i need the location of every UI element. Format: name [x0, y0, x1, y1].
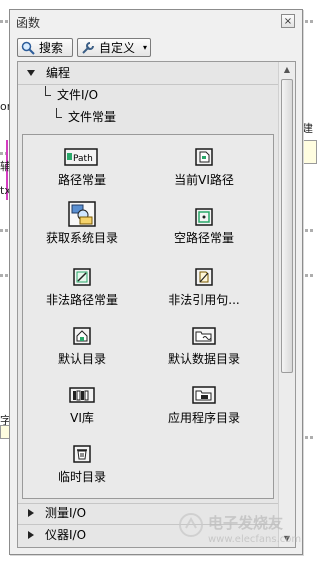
item-label: 当前VI路径 — [174, 173, 234, 187]
palette-content: 编程 文件I/O 文件常量 Path 路径常量 当前VI路径 获取系统目录 空路… — [17, 61, 296, 548]
scroll-up-icon[interactable]: ▲ — [281, 64, 293, 76]
tree-item-label: 文件I/O — [57, 88, 99, 102]
item-label: 空路径常量 — [173, 231, 234, 245]
watermark-logo-icon — [179, 513, 203, 537]
palette-item-application-directory[interactable]: 应用程序目录 — [149, 383, 259, 431]
watermark: 电子发烧友 www.elecfans.com — [178, 508, 308, 552]
path-constant-icon: Path — [64, 148, 98, 166]
palette-item-default-data-directory[interactable]: 默认数据目录 — [149, 324, 259, 372]
scrollbar-thumb[interactable] — [281, 79, 293, 373]
get-system-directory-icon — [68, 201, 96, 227]
palette-item-temporary-directory[interactable]: 临时目录 — [27, 442, 137, 490]
wrench-icon — [82, 42, 94, 54]
vi-library-icon — [69, 387, 95, 403]
tree-item-label: 测量I/O — [45, 506, 87, 520]
tree-item-label: 仪器I/O — [45, 528, 87, 542]
file-constants-subpalette: Path 路径常量 当前VI路径 获取系统目录 空路径常量 非法路径常量 非法引… — [22, 134, 274, 499]
tree-item-label: 编程 — [46, 66, 71, 80]
svg-text:Path: Path — [73, 154, 93, 164]
not-a-refnum-icon — [195, 268, 213, 286]
palette-titlebar[interactable]: 函数 × — [10, 10, 302, 32]
item-label: VI库 — [70, 411, 94, 425]
watermark-text: 电子发烧友 — [208, 514, 284, 532]
search-icon — [21, 41, 35, 55]
close-button[interactable]: × — [281, 14, 295, 28]
default-directory-icon — [73, 327, 91, 345]
temporary-directory-icon — [73, 445, 91, 463]
tree-connector-icon — [56, 108, 62, 118]
close-icon: × — [283, 16, 293, 27]
tree-connector-icon — [45, 86, 51, 96]
tree-item-file-constants[interactable]: 文件常量 — [18, 108, 278, 126]
palette-item-not-a-path[interactable]: 非法路径常量 — [27, 265, 137, 313]
tree-item-programming[interactable]: 编程 — [18, 64, 278, 82]
item-label: 应用程序目录 — [167, 411, 240, 425]
palette-item-get-system-directory[interactable]: 获取系统目录 — [27, 201, 137, 249]
palette-item-current-vi-path[interactable]: 当前VI路径 — [149, 145, 259, 193]
functions-palette: 函数 × 搜索 自定义 ▾ 编程 文件I/O 文件常量 Path 路径常量 当前… — [9, 9, 303, 555]
item-label: 默认数据目录 — [167, 352, 240, 366]
not-a-path-icon — [73, 268, 91, 286]
default-data-directory-icon — [192, 327, 216, 345]
empty-path-icon — [195, 208, 213, 226]
palette-title: 函数 — [16, 16, 41, 30]
search-button[interactable]: 搜索 — [17, 38, 73, 57]
palette-item-default-directory[interactable]: 默认目录 — [27, 324, 137, 372]
diagram-text-fragment: 建 — [302, 122, 313, 135]
palette-item-empty-path[interactable]: 空路径常量 — [149, 201, 259, 249]
item-label: 路径常量 — [57, 173, 106, 187]
search-label: 搜索 — [39, 41, 64, 55]
item-label: 非法路径常量 — [45, 293, 118, 307]
palette-item-not-a-refnum[interactable]: 非法引用句... — [149, 265, 259, 313]
item-label: 默认目录 — [57, 352, 106, 366]
customize-label: 自定义 — [99, 41, 136, 55]
watermark-url: www.elecfans.com — [208, 534, 302, 545]
divider — [18, 84, 278, 85]
collapsed-arrow-icon[interactable] — [28, 509, 34, 517]
current-vi-path-icon — [195, 148, 213, 166]
palette-item-path-constant[interactable]: Path 路径常量 — [27, 145, 137, 193]
collapsed-arrow-icon[interactable] — [28, 531, 34, 539]
customize-button[interactable]: 自定义 ▾ — [77, 38, 151, 57]
expand-arrow-icon[interactable] — [27, 70, 35, 76]
item-label: 获取系统目录 — [45, 231, 118, 245]
tree-item-label: 文件常量 — [68, 110, 117, 124]
item-label: 非法引用句... — [168, 293, 240, 307]
application-directory-icon — [192, 386, 216, 404]
chevron-down-icon: ▾ — [142, 43, 147, 52]
vertical-scrollbar[interactable]: ▲ ▼ — [278, 62, 295, 547]
palette-item-vi-library[interactable]: VI库 — [27, 383, 137, 431]
item-label: 临时目录 — [57, 470, 106, 484]
diagram-node — [302, 140, 317, 164]
tree-item-file-io[interactable]: 文件I/O — [18, 86, 278, 104]
